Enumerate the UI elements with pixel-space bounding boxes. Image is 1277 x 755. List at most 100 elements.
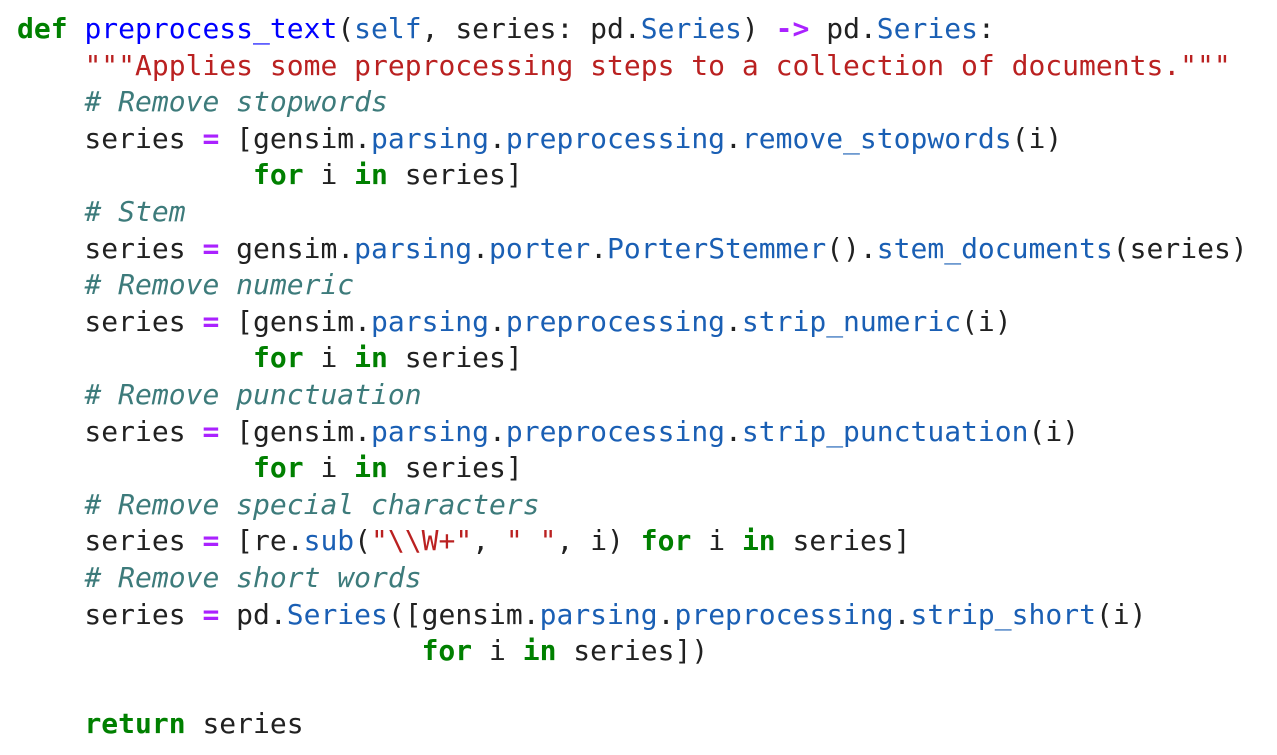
attribute-token: parsing (354, 231, 473, 265)
code-text: i (691, 524, 742, 558)
code-line: for i in series] (17, 450, 1248, 487)
keyword-token: def (17, 12, 68, 45)
code-text: . (893, 597, 911, 631)
code-text: [gensim. (219, 414, 372, 448)
code-line: series = gensim.parsing.porter.PorterSte… (17, 231, 1248, 268)
code-line: """Applies some preprocessing steps to a… (17, 48, 1248, 85)
attribute-token: strip_numeric (741, 304, 962, 338)
attribute-token: preprocessing (505, 121, 726, 155)
attribute-token: preprocessing (505, 414, 726, 448)
keyword-token: return (84, 707, 186, 741)
code-text: series] (387, 451, 523, 485)
code-text: [gensim. (219, 121, 372, 155)
code-line: series = [re.sub("\\W+", " ", i) for i i… (17, 523, 1248, 560)
operator-token: = (202, 304, 220, 338)
code-text: series] (387, 341, 523, 375)
attribute-token: parsing (371, 414, 490, 448)
keyword-token: in (354, 451, 388, 485)
code-text: (i) (1011, 121, 1063, 155)
code-line: series = pd.Series([gensim.parsing.prepr… (17, 597, 1248, 634)
code-text: : (977, 12, 995, 45)
code-text: i (472, 634, 523, 668)
attribute-token: sub (303, 524, 355, 558)
keyword-token: for (253, 451, 304, 485)
attribute-token: preprocessing (505, 304, 726, 338)
code-text: (i) (1095, 597, 1147, 631)
keyword-token: in (741, 524, 776, 558)
operator-token: = (202, 414, 220, 448)
comment-token: # Remove special characters (84, 487, 540, 521)
code-text: (). (826, 231, 877, 265)
code-line: series = [gensim.parsing.preprocessing.s… (17, 304, 1248, 341)
code-text: series (17, 121, 203, 155)
code-line: for i in series]) (17, 633, 1248, 670)
code-line: series = [gensim.parsing.preprocessing.s… (17, 414, 1248, 451)
keyword-token: for (253, 341, 304, 375)
attribute-token: porter (489, 231, 591, 265)
code-text: ([gensim. (387, 597, 540, 631)
code-line: # Remove numeric (17, 267, 1248, 304)
code-text: . (725, 121, 742, 155)
comment-token: # Remove stopwords (84, 85, 388, 119)
attribute-token: strip_short (910, 597, 1096, 631)
attribute-token: parsing (371, 121, 490, 155)
code-text: series (17, 597, 203, 631)
code-text: , i) (556, 524, 641, 558)
string-token: "\\W+" (371, 524, 473, 558)
code-text: pd. (809, 12, 877, 45)
code-line: return series (17, 706, 1248, 743)
code-text: . (725, 414, 742, 448)
code-text: (series) (1112, 231, 1248, 265)
keyword-token: for (421, 634, 473, 668)
function-name-token: preprocess_text (84, 12, 338, 45)
attribute-token: Series (286, 597, 388, 631)
code-text: series]) (556, 634, 709, 668)
attribute-token: parsing (539, 597, 658, 631)
attribute-token: PorterStemmer (607, 231, 827, 265)
keyword-token: in (354, 158, 388, 192)
string-token: """Applies some preprocessing steps to a… (84, 48, 1231, 82)
keyword-token: in (522, 634, 557, 668)
operator-token: = (202, 597, 220, 631)
code-line: # Remove stopwords (17, 84, 1248, 121)
code-text: ) (741, 12, 776, 45)
code-line: # Remove short words (17, 560, 1248, 597)
code-text: series (17, 524, 203, 558)
code-line: # Remove punctuation (17, 377, 1248, 414)
attribute-token: strip_punctuation (741, 414, 1029, 448)
code-text: [gensim. (219, 304, 372, 338)
code-text: . (725, 304, 742, 338)
code-text: . (489, 121, 506, 155)
code-text: series (17, 231, 203, 265)
code-line: def preprocess_text(self, series: pd.Ser… (17, 11, 1248, 48)
attribute-token: preprocessing (674, 597, 894, 631)
code-text: . (472, 231, 490, 265)
code-line: series = [gensim.parsing.preprocessing.r… (17, 121, 1248, 158)
keyword-token: for (640, 524, 692, 558)
keyword-token: for (253, 158, 304, 192)
code-text: series] (775, 524, 911, 558)
operator-token: = (202, 231, 220, 265)
code-text: . (657, 597, 675, 631)
code-text: i (303, 158, 355, 192)
code-text: (i) (1028, 414, 1080, 448)
code-text: . (489, 304, 506, 338)
operator-token: -> (775, 12, 810, 45)
attribute-token: stem_documents (876, 231, 1113, 265)
code-text: i (303, 341, 355, 375)
code-block: def preprocess_text(self, series: pd.Ser… (17, 11, 1248, 743)
operator-token: = (202, 121, 220, 155)
code-text: series] (387, 158, 523, 192)
code-text: (i) (961, 304, 1012, 338)
attribute-token: self (354, 12, 422, 45)
comment-token: # Remove punctuation (84, 377, 422, 411)
code-line: # Stem (17, 194, 1248, 231)
